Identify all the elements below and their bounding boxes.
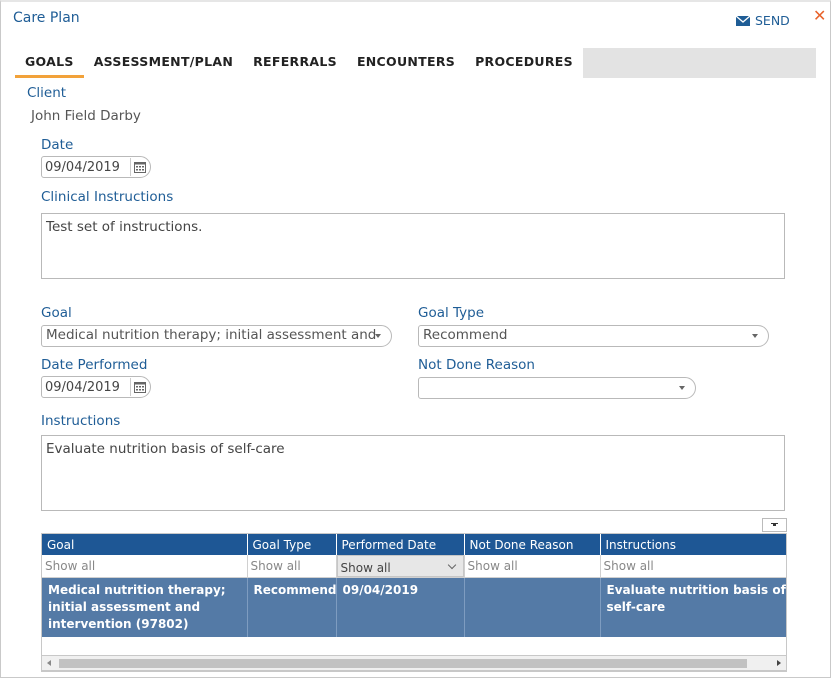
date-field[interactable]: 09/04/2019 [41,156,151,178]
tab-goals[interactable]: GOALS [15,48,84,78]
calendar-icon[interactable] [130,378,148,396]
tab-referrals[interactable]: REFERRALS [243,48,347,78]
column-header-performed-date[interactable]: Performed Date [336,534,465,555]
goal-type-value: Recommend [423,327,508,343]
tab-procedures[interactable]: PROCEDURES [465,48,583,78]
client-label: Client [27,85,67,101]
scroll-left-icon[interactable] [47,660,51,666]
date-performed-field[interactable]: 09/04/2019 [41,376,151,398]
cell-goal-type: Recommend [247,577,337,637]
date-performed-label: Date Performed [41,357,148,373]
goal-type-select[interactable]: Recommend [418,325,769,347]
scrollbar-thumb[interactable] [59,659,747,668]
not-done-reason-select[interactable] [418,377,696,399]
close-icon[interactable]: ✕ [813,8,826,24]
window-title: Care Plan [13,10,80,26]
table-row[interactable]: Medical nutrition therapy; initial asses… [42,577,786,637]
goal-type-filter-input[interactable]: Show all [247,555,336,577]
performed-date-filter-select[interactable]: Show all [336,555,464,577]
instructions-filter-input[interactable]: Show all [600,555,786,577]
horizontal-scrollbar[interactable] [41,655,787,671]
instructions-field[interactable]: Evaluate nutrition basis of self-care [41,435,785,511]
cell-performed-date: 09/04/2019 [336,577,465,637]
envelope-icon [736,15,750,26]
goal-select-value: Medical nutrition therapy; initial asses… [46,327,377,343]
instructions-label: Instructions [41,413,121,429]
chevron-down-icon [375,334,381,338]
chevron-down-icon [752,334,758,338]
date-value: 09/04/2019 [45,159,120,175]
clinical-instructions-label: Clinical Instructions [41,189,174,205]
cell-instructions: Evaluate nutrition basis of self-care [600,577,786,637]
goal-select[interactable]: Medical nutrition therapy; initial asses… [41,325,392,347]
client-name: John Field Darby [31,108,141,124]
date-performed-value: 09/04/2019 [45,379,120,395]
column-header-not-done-reason[interactable]: Not Done Reason [464,534,601,555]
filter-toggle-icon[interactable] [762,518,787,532]
tab-encounters[interactable]: ENCOUNTERS [347,48,465,78]
scroll-right-icon[interactable] [777,660,781,666]
goal-type-label: Goal Type [418,305,485,321]
goals-grid: Goal Goal Type Performed Date Not Done R… [41,533,787,672]
tab-bar: GOALS ASSESSMENT/PLAN REFERRALS ENCOUNTE… [15,48,816,78]
column-header-goal-type[interactable]: Goal Type [247,534,337,555]
date-label: Date [41,137,74,153]
not-done-reason-label: Not Done Reason [418,357,535,373]
not-done-reason-filter-input[interactable]: Show all [464,555,600,577]
care-plan-window: Care Plan SEND ✕ GOALS ASSESSMENT/PLAN R… [0,0,831,678]
cell-goal: Medical nutrition therapy; initial asses… [42,577,248,637]
cell-not-done-reason [464,577,601,637]
calendar-icon[interactable] [130,158,148,176]
tab-assessment-plan[interactable]: ASSESSMENT/PLAN [84,48,243,78]
goal-label: Goal [41,305,72,321]
send-label: SEND [755,13,790,28]
chevron-down-icon [679,386,685,390]
column-header-goal[interactable]: Goal [42,534,248,555]
column-header-instructions[interactable]: Instructions [600,534,786,555]
send-button[interactable]: SEND [736,13,790,28]
goal-filter-input[interactable]: Show all [42,555,247,577]
clinical-instructions-field[interactable]: Test set of instructions. [41,213,785,279]
